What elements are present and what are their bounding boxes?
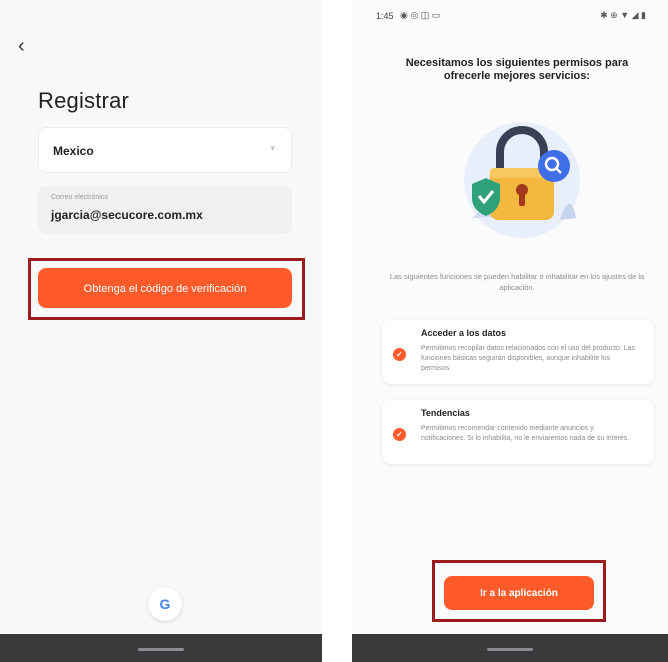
permissions-title: Necesitamos los siguientes permisos para…	[405, 57, 629, 82]
email-value: jgarcia@secucore.com.mx	[51, 208, 203, 222]
system-status-icons: ✱ ⊕ ▼ ◢ ▮	[600, 10, 646, 20]
google-icon: G	[159, 596, 171, 612]
country-value: Mexico	[53, 144, 94, 158]
chevron-left-icon[interactable]: ‹	[18, 36, 25, 56]
permissions-subtext: Las siguientes funciones se pueden habil…	[389, 272, 645, 292]
home-gesture-handle[interactable]	[487, 648, 533, 651]
permission-description: Permitimos recopilar datos relacionados …	[421, 345, 636, 372]
permission-title: Tendencias	[421, 408, 470, 418]
check-icon[interactable]: ✓	[393, 348, 406, 361]
notification-icons: ◉ ◎ ◫ ▭	[400, 10, 441, 20]
permissions-screen: 1:45 ◉ ◎ ◫ ▭ ✱ ⊕ ▼ ◢ ▮ Necesitamos los s…	[352, 0, 668, 662]
chevron-down-icon: ▾	[270, 143, 275, 153]
get-verification-code-button[interactable]: Obtenga el código de verificación	[38, 268, 292, 308]
email-field[interactable]: Correo electrónico jgarcia@secucore.com.…	[38, 186, 292, 234]
lock-illustration	[464, 122, 580, 238]
system-nav-bar	[352, 634, 668, 662]
page-title: Registrar	[38, 88, 130, 113]
status-bar: 1:45 ◉ ◎ ◫ ▭ ✱ ⊕ ▼ ◢ ▮	[352, 9, 668, 25]
google-login-button[interactable]: G	[148, 587, 182, 621]
register-screen: ‹ Registrar Mexico ▾ Correo electrónico …	[0, 0, 322, 662]
permission-description: Permitimos recomendar contenido mediante…	[421, 425, 630, 442]
country-select[interactable]: Mexico ▾	[38, 127, 292, 173]
status-time: 1:45	[376, 11, 394, 21]
check-icon[interactable]: ✓	[393, 428, 406, 441]
permission-card-trends[interactable]: ✓ Tendencias Permitimos recomendar conte…	[382, 400, 654, 464]
system-nav-bar	[0, 634, 322, 662]
permission-card-data[interactable]: ✓ Acceder a los datos Permitimos recopil…	[382, 320, 654, 384]
email-label: Correo electrónico	[51, 194, 109, 201]
go-to-app-button[interactable]: Ir a la aplicación	[444, 576, 594, 610]
home-gesture-handle[interactable]	[138, 648, 184, 651]
permission-title: Acceder a los datos	[421, 328, 507, 338]
